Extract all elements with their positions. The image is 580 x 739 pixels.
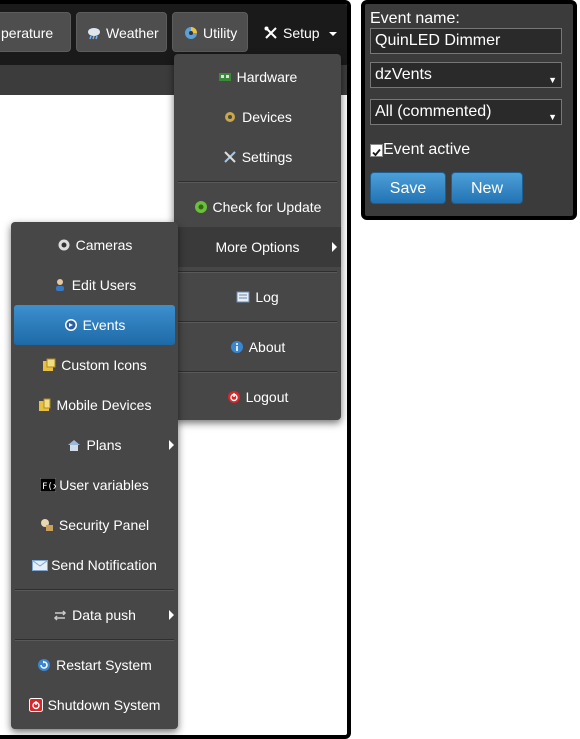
restart-icon: [37, 647, 51, 671]
menu-item-logout[interactable]: Logout: [174, 377, 341, 417]
menu-item-label: Mobile Devices: [56, 397, 152, 413]
save-button[interactable]: Save: [370, 172, 446, 204]
event-active-checkbox[interactable]: [370, 144, 383, 157]
menu-item-label: Custom Icons: [61, 357, 147, 373]
fx-icon: F(x): [39, 467, 64, 493]
chevron-down-icon: ▼: [548, 75, 557, 85]
menu-item-devices[interactable]: Devices: [174, 97, 341, 137]
menu-item-label: Data push: [72, 607, 136, 623]
menu-item-about[interactable]: About: [174, 327, 341, 367]
menu-item-log[interactable]: Log: [174, 277, 341, 317]
menu-item-label: Shutdown System: [47, 697, 161, 713]
menu-item-label: Events: [82, 317, 126, 333]
custom-icons-icon: [42, 347, 56, 371]
tools-icon: [264, 15, 278, 39]
event-type-value: dzVents: [375, 66, 432, 83]
menu-item-send-notification[interactable]: Send Notification: [11, 545, 178, 585]
menu-divider: [178, 371, 337, 373]
data-push-icon: [53, 597, 67, 621]
chevron-down-icon: ▼: [548, 112, 557, 122]
menu-item-label: Hardware: [236, 69, 298, 85]
tab-label: Setup: [283, 25, 320, 41]
tab-label: Weather: [106, 25, 159, 41]
checkmark-icon: [372, 148, 381, 157]
menu-item-edit-users[interactable]: Edit Users: [11, 265, 178, 305]
menu-item-cameras[interactable]: Cameras: [11, 225, 178, 265]
menu-item-security-panel[interactable]: Security Panel: [11, 505, 178, 545]
tab-label: perature: [1, 25, 54, 41]
tab-utility[interactable]: Utility: [172, 12, 248, 52]
mobile-devices-icon: [38, 387, 52, 411]
menu-item-hardware[interactable]: Hardware: [174, 57, 341, 97]
event-name-label: Event name:: [370, 10, 460, 27]
more-options-submenu: Cameras Edit Users Events Custom Icons M…: [11, 222, 178, 729]
menu-item-label: Cameras: [75, 237, 133, 253]
menu-item-label: Restart System: [56, 657, 152, 673]
events-icon: [64, 307, 78, 331]
users-icon: [53, 267, 67, 291]
menu-item-shutdown-system[interactable]: Shutdown System: [11, 685, 178, 725]
menu-item-data-push[interactable]: Data push: [11, 595, 178, 635]
menu-item-settings[interactable]: Settings: [174, 137, 341, 177]
menu-item-label: User variables: [59, 477, 149, 493]
menu-item-more-options[interactable]: More Options: [174, 227, 341, 267]
cloud-rain-icon: [87, 15, 101, 40]
menu-item-label: Log: [255, 289, 279, 305]
menu-item-label: Logout: [245, 389, 289, 405]
submenu-arrow-icon: [169, 440, 174, 450]
menu-divider: [15, 639, 174, 641]
menu-item-label: Settings: [241, 149, 293, 165]
chevron-down-icon: [329, 32, 338, 36]
menu-item-user-variables[interactable]: F(x)User variables: [11, 465, 178, 505]
menu-item-mobile-devices[interactable]: Mobile Devices: [11, 385, 178, 425]
menu-divider: [178, 321, 337, 323]
update-icon: [194, 189, 208, 213]
tab-temperature[interactable]: perature: [0, 12, 71, 52]
menu-item-label: Devices: [242, 109, 292, 125]
setup-dropdown-menu: Hardware Devices Settings Check for Upda…: [174, 54, 341, 420]
info-icon: [230, 329, 244, 353]
menu-item-label: Check for Update: [212, 199, 322, 215]
menu-item-plans[interactable]: Plans: [11, 425, 178, 465]
wrench-icon: [223, 139, 237, 163]
menu-item-custom-icons[interactable]: Custom Icons: [11, 345, 178, 385]
camera-icon: [57, 227, 71, 251]
menu-item-label: Security Panel: [58, 517, 150, 533]
menu-item-events[interactable]: Events: [14, 305, 175, 345]
tab-weather[interactable]: Weather: [76, 12, 167, 52]
menu-item-check-for-update[interactable]: Check for Update: [174, 187, 341, 227]
menu-divider: [15, 589, 174, 591]
svg-text:F(x): F(x): [42, 482, 56, 492]
event-template-value: All (commented): [375, 103, 492, 120]
event-active-label: Event active: [383, 141, 471, 158]
submenu-arrow-icon: [332, 242, 337, 252]
menu-divider: [178, 271, 337, 273]
menu-item-label: Send Notification: [51, 557, 157, 573]
event-name-input[interactable]: QuinLED Dimmer: [370, 28, 562, 54]
new-button[interactable]: New: [451, 172, 523, 204]
shutdown-icon: [28, 687, 43, 712]
log-icon: [236, 279, 250, 303]
menu-divider: [178, 181, 337, 183]
menu-item-label: Plans: [86, 437, 122, 453]
tab-setup[interactable]: Setup: [253, 12, 341, 52]
envelope-icon: [32, 547, 49, 571]
menu-item-label: About: [248, 339, 286, 355]
utility-icon: [184, 15, 198, 39]
tab-label: Utility: [203, 25, 238, 41]
power-icon: [227, 379, 241, 403]
submenu-arrow-icon: [169, 610, 174, 620]
menu-item-label: Edit Users: [71, 277, 137, 293]
house-icon: [67, 427, 81, 451]
menu-item-restart-system[interactable]: Restart System: [11, 645, 178, 685]
hardware-icon: [218, 59, 232, 81]
devices-gear-icon: [223, 99, 237, 122]
event-type-select[interactable]: dzVents ▼: [370, 62, 562, 88]
event-editor-panel: Event name: QuinLED Dimmer dzVents ▼ All…: [361, 0, 577, 220]
security-icon: [40, 507, 54, 531]
menu-item-label: More Options: [215, 239, 300, 255]
event-template-select[interactable]: All (commented) ▼: [370, 99, 562, 125]
